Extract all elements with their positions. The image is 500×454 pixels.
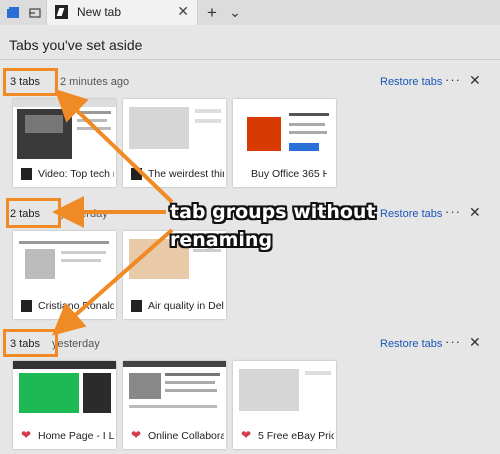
tab-new-tab[interactable]: New tab ✕ <box>46 0 198 25</box>
tab-card[interactable]: The weirdest thir <box>123 99 226 187</box>
tab-caption-text: Home Page - I Lo <box>38 430 114 442</box>
highlight-box <box>3 329 58 357</box>
group-time: yesterday <box>60 208 108 220</box>
more-options-icon[interactable]: ··· <box>445 72 461 87</box>
tab-caption: ❤ Online Collabora <box>123 423 226 449</box>
restore-tabs-link[interactable]: Restore tabs <box>380 208 442 220</box>
restore-tabs-link[interactable]: Restore tabs <box>380 76 442 88</box>
tab-card[interactable]: Video: Top tech r <box>13 99 116 187</box>
tab-card[interactable]: Buy Office 365 H <box>233 99 336 187</box>
more-options-icon[interactable]: ··· <box>445 204 461 219</box>
tab-caption: Video: Top tech r <box>13 161 116 187</box>
tab-thumbnail <box>13 231 116 293</box>
highlight-box <box>6 198 61 228</box>
tab-caption: ❤ Home Page - I Lo <box>13 423 116 449</box>
tab-thumbnail <box>233 361 336 423</box>
tab-caption: Cristiano Ronaldo <box>13 293 116 319</box>
restore-tabs-link[interactable]: Restore tabs <box>380 338 442 350</box>
bing-favicon-icon <box>55 5 68 19</box>
tab-thumbnail <box>233 99 336 161</box>
group-time: 2 minutes ago <box>60 76 130 88</box>
group-header: 3 tabs yesterday Restore tabs ··· ✕ <box>0 334 500 356</box>
divider <box>0 59 500 60</box>
tabs-aside-icon[interactable] <box>2 0 24 25</box>
tab-card[interactable]: ❤ Home Page - I Lo <box>13 361 116 449</box>
tab-caption: The weirdest thir <box>123 161 226 187</box>
heart-icon: ❤ <box>21 428 32 442</box>
close-tab-icon[interactable]: ✕ <box>177 3 189 20</box>
tab-caption-text: Video: Top tech r <box>38 168 114 180</box>
heart-icon: ❤ <box>241 428 252 442</box>
annotation-line: tab groups without <box>170 201 376 223</box>
panel-title: Tabs you've set aside <box>9 37 143 53</box>
set-tabs-aside-icon[interactable] <box>24 0 46 25</box>
remove-group-icon[interactable]: ✕ <box>469 72 481 89</box>
tab-caption-text: The weirdest thir <box>148 168 224 180</box>
tab-thumbnail <box>13 99 116 161</box>
tab-caption-text: Buy Office 365 H <box>251 168 327 180</box>
heart-icon: ❤ <box>131 428 142 442</box>
remove-group-icon[interactable]: ✕ <box>469 204 481 221</box>
tab-caption-text: Cristiano Ronaldo <box>38 300 114 312</box>
tab-title: New tab <box>77 5 122 19</box>
tab-bar: New tab ✕ + ⌄ <box>0 0 500 25</box>
tab-caption: ❤ 5 Free eBay Price <box>233 423 336 449</box>
annotation-line: renaming <box>170 229 273 251</box>
site-favicon-icon <box>21 300 32 312</box>
tab-caption: Buy Office 365 H <box>233 161 336 187</box>
group-time: yesterday <box>52 338 100 350</box>
tab-caption-text: Air quality in Del <box>148 300 224 312</box>
new-tab-button[interactable]: + <box>203 0 221 25</box>
group-header: 3 tabs 2 minutes ago Restore tabs ··· ✕ <box>0 72 500 94</box>
tab-thumbnail <box>123 361 226 423</box>
highlight-box <box>3 68 58 96</box>
tab-thumbnail <box>13 361 116 423</box>
tab-preview-chevron-icon[interactable]: ⌄ <box>226 0 244 25</box>
tab-caption-text: Online Collabora <box>148 430 224 442</box>
site-favicon-icon <box>131 300 142 312</box>
annotation-text: tab groups without renaming <box>170 198 376 254</box>
site-favicon-icon <box>21 168 32 180</box>
tab-caption: Air quality in Del <box>123 293 226 319</box>
tab-caption-text: 5 Free eBay Price <box>258 430 334 442</box>
tab-thumbnail <box>123 99 226 161</box>
site-favicon-icon <box>131 168 142 180</box>
tab-card[interactable]: ❤ 5 Free eBay Price <box>233 361 336 449</box>
remove-group-icon[interactable]: ✕ <box>469 334 481 351</box>
tab-card[interactable]: ❤ Online Collabora <box>123 361 226 449</box>
tab-card[interactable]: Cristiano Ronaldo <box>13 231 116 319</box>
more-options-icon[interactable]: ··· <box>445 334 461 349</box>
